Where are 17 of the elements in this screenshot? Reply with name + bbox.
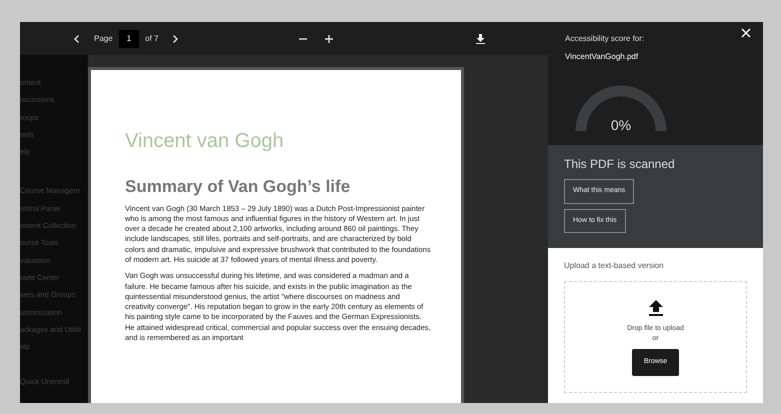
page-total: of 7 — [145, 32, 158, 44]
scan-status: This PDF is scanned — [564, 156, 676, 173]
file-name: VincentVanGogh.pdf — [565, 51, 640, 63]
download-icon[interactable] — [476, 34, 486, 44]
plus-icon — [324, 34, 334, 44]
chevron-right-icon — [170, 34, 180, 44]
upload-icon — [648, 300, 662, 316]
score-caption: Accessibility score for: — [565, 33, 646, 45]
upload-title: Upload a text-based version — [564, 260, 665, 272]
document-heading: Summary of Van Gogh’s life — [125, 176, 352, 198]
close-button[interactable] — [741, 28, 751, 38]
score-value: 0% — [610, 116, 632, 135]
page-label: Page — [94, 32, 113, 44]
close-icon — [741, 28, 751, 38]
document-title: Vincent van Gogh — [125, 129, 285, 154]
page-number-field[interactable]: 1 — [118, 30, 140, 48]
chevron-left-icon — [72, 34, 82, 44]
